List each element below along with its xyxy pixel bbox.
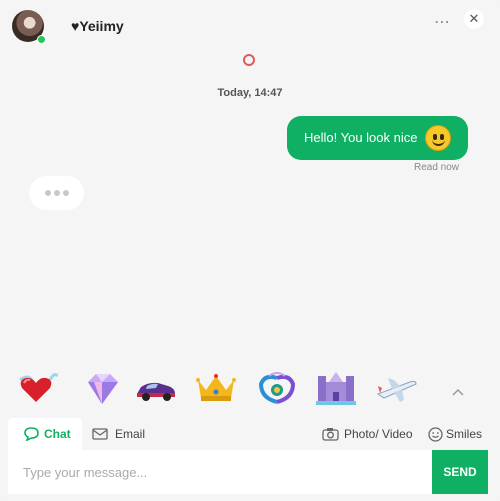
tab-smiles[interactable]: Smiles: [428, 418, 482, 450]
more-options-icon[interactable]: ⋯: [434, 15, 451, 31]
online-status-dot: [37, 35, 46, 44]
crown-gift-icon[interactable]: [194, 368, 238, 408]
message-input[interactable]: [8, 450, 432, 494]
close-button[interactable]: ✕: [464, 9, 484, 29]
tab-email-label: Email: [115, 427, 146, 441]
outgoing-message-text: Hello! You look nice: [304, 130, 418, 145]
diamond-gift-icon[interactable]: [80, 368, 124, 408]
composer-tabs: Chat Email Photo/ Video Smiles: [0, 418, 500, 450]
outgoing-message: Hello! You look nice: [287, 116, 468, 160]
chat-header: ♥Yeiimy ⋯ ✕: [0, 0, 500, 52]
smiley-emoji-icon: [425, 125, 451, 151]
peacock-gift-icon[interactable]: [255, 368, 299, 408]
send-button[interactable]: SEND: [432, 450, 488, 494]
airplane-gift-icon[interactable]: [374, 368, 418, 408]
envelope-icon: [92, 428, 108, 440]
date-stamp: Today, 14:47: [217, 87, 283, 99]
chevron-up-icon: [452, 389, 464, 396]
castle-gift-icon[interactable]: [314, 368, 358, 408]
camera-icon: [322, 428, 339, 441]
read-status: Read now: [414, 162, 460, 173]
tab-chat-label: Chat: [44, 427, 71, 441]
tab-chat[interactable]: Chat: [8, 418, 82, 450]
user-name[interactable]: ♥Yeiimy: [71, 18, 124, 34]
tab-photo-video[interactable]: Photo/ Video: [322, 418, 413, 450]
collapse-gifts-button[interactable]: [445, 378, 471, 404]
tab-photo-video-label: Photo/ Video: [344, 427, 413, 441]
message-composer: SEND: [8, 450, 488, 494]
smiley-face-icon: [428, 427, 443, 442]
heart-gift-icon[interactable]: [14, 368, 58, 408]
sports-car-gift-icon[interactable]: [134, 368, 178, 408]
typing-indicator: [29, 176, 84, 210]
loading-spinner-icon: [243, 54, 255, 66]
chat-bubble-icon: [24, 427, 39, 441]
tab-email[interactable]: Email: [92, 418, 145, 450]
tab-smiles-label: Smiles: [446, 427, 483, 441]
chat-window: ♥Yeiimy ⋯ ✕ Today, 14:47 Hello! You look…: [0, 0, 500, 501]
